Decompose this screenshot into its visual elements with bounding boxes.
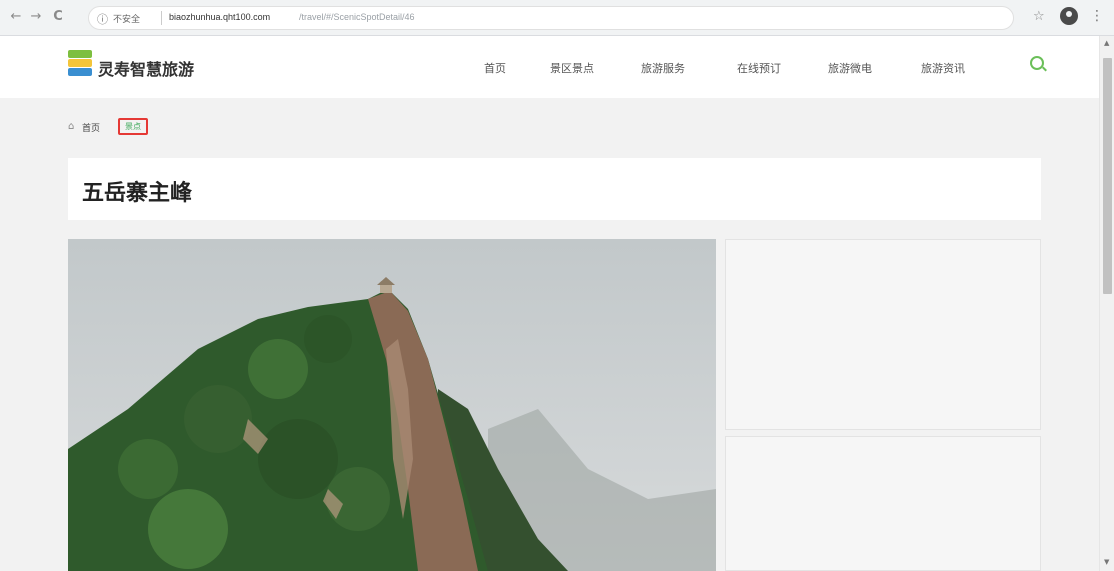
- forward-icon[interactable]: →: [28, 9, 44, 25]
- account-icon[interactable]: [1060, 7, 1078, 25]
- nav-item-travel-services[interactable]: 旅游服务: [641, 60, 685, 76]
- nav-item-travel-news[interactable]: 旅游资讯: [921, 60, 965, 76]
- breadcrumb-home-link[interactable]: 首页: [82, 121, 100, 134]
- url-path: /travel/#/ScenicSpotDetail/46: [299, 12, 415, 22]
- logo-bar: [68, 59, 92, 67]
- side-image-panel[interactable]: [725, 436, 1041, 571]
- url-separator: [161, 11, 162, 25]
- nav-item-home[interactable]: 首页: [484, 60, 506, 76]
- page-title: 五岳寨主峰: [82, 181, 193, 206]
- side-image-panel[interactable]: [725, 239, 1041, 430]
- title-card: 五岳寨主峰: [68, 158, 1041, 220]
- scenic-spot-photo[interactable]: [68, 239, 716, 571]
- mountain-peak-image: [68, 239, 716, 571]
- search-icon[interactable]: [1030, 56, 1044, 70]
- scroll-thumb[interactable]: [1103, 58, 1112, 294]
- site-header: 灵寿智慧旅游 首页 景区景点 旅游服务 在线预订 旅游微电 旅游资讯: [0, 36, 1099, 98]
- page-scrollbar[interactable]: ▲ ▼: [1099, 36, 1114, 571]
- info-icon[interactable]: ⓘ: [97, 11, 108, 27]
- address-bar[interactable]: ⓘ 不安全 biaozhunhua.qht100.com /travel/#/S…: [88, 6, 1014, 30]
- nav-item-travel-media[interactable]: 旅游微电: [828, 60, 872, 76]
- breadcrumb-current[interactable]: 景点: [118, 118, 148, 135]
- site-title[interactable]: 灵寿智慧旅游: [98, 56, 194, 80]
- back-icon[interactable]: ←: [8, 9, 24, 25]
- nav-item-scenic-spots[interactable]: 景区景点: [550, 60, 594, 76]
- url-host: biaozhunhua.qht100.com: [169, 12, 271, 22]
- browser-toolbar: ← → C ⓘ 不安全 biaozhunhua.qht100.com /trav…: [0, 0, 1114, 36]
- scroll-down-icon[interactable]: ▼: [1104, 558, 1109, 566]
- more-menu-icon[interactable]: ⋮: [1090, 8, 1104, 24]
- site-logo[interactable]: [68, 50, 92, 76]
- logo-bar: [68, 68, 92, 76]
- insecure-label: 不安全: [113, 15, 141, 25]
- reload-icon[interactable]: C: [50, 9, 66, 25]
- logo-bar: [68, 50, 92, 58]
- home-icon: ⌂: [68, 121, 75, 132]
- nav-item-online-booking[interactable]: 在线预订: [737, 60, 781, 76]
- bookmark-star-icon[interactable]: ☆: [1033, 9, 1045, 24]
- scroll-up-icon[interactable]: ▲: [1104, 39, 1109, 47]
